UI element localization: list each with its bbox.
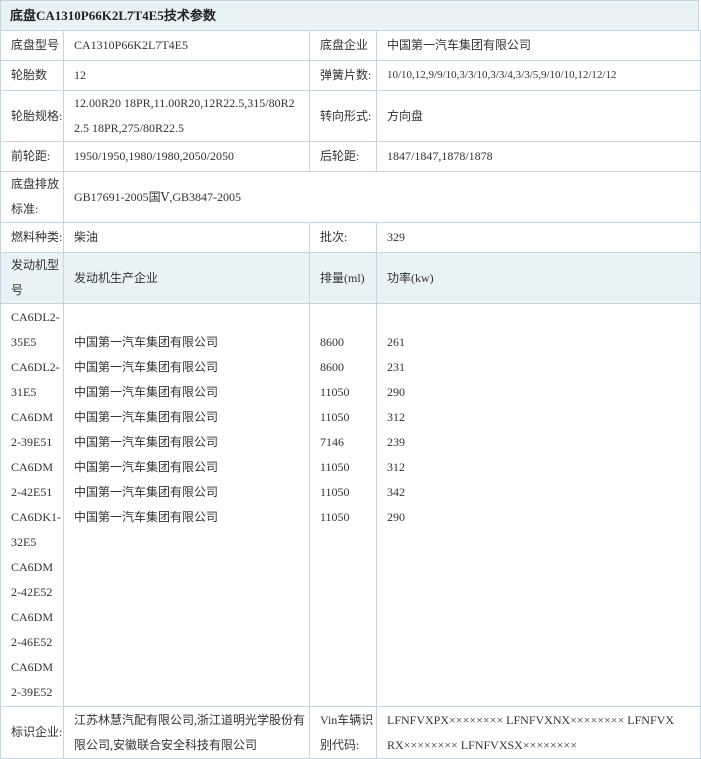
engine-model-line: 32E5 [11,535,37,549]
engine-power: 312 [387,410,405,424]
chassis-company-value: 中国第一汽车集团有限公司 [376,30,701,61]
engine-header-row: 发动机型 号 发动机生产企业 排量(ml) 功率(kw) [0,252,701,304]
engine-model-line: CA6DL2- [11,310,60,324]
engine-model-line: CA6DM [11,410,54,424]
engine-power: 312 [387,460,405,474]
rear-track-value: 1847/1847,1878/1878 [376,141,701,172]
engine-maker: 中国第一汽车集团有限公司 [74,435,219,449]
tire-count-value: 12 [63,60,310,91]
vin-label-line: 别代码: [320,737,360,752]
emission-value: GB17691-2005国Ⅴ,GB3847-2005 [63,171,701,223]
engine-power-header: 功率(kw) [376,252,701,304]
engine-model-line: CA6DL2- [11,360,60,374]
engine-maker: 中国第一汽车集团有限公司 [74,335,219,349]
vin-line: RX×××××××× LFNFVXSX×××××××× [387,737,577,752]
front-track-label: 前轮距: [0,141,64,172]
engine-model-line: 2-39E51 [11,435,53,449]
engine-maker: 中国第一汽车集团有限公司 [74,485,219,499]
table-row: 轮胎规格: 12.00R20 18PR,11.00R20,12R22.5,315… [0,90,701,142]
engine-maker: 中国第一汽车集团有限公司 [74,385,219,399]
spec-sheet: 底盘CA1310P66K2L7T4E5技术参数 底盘型号 CA1310P66K2… [0,0,701,759]
emission-label: 底盘排放 标准: [0,171,64,223]
engine-model-line: CA6DK1- [11,510,61,524]
table-row: 底盘排放 标准: GB17691-2005国Ⅴ,GB3847-2005 [0,171,701,223]
tire-spec-label: 轮胎规格: [0,90,64,142]
engine-model-line: 2-42E52 [11,585,53,599]
id-company-line: 限公司,安徽联合安全科技有限公司 [74,737,258,752]
engine-power: 290 [387,385,405,399]
engine-maker-list: 中国第一汽车集团有限公司 中国第一汽车集团有限公司 中国第一汽车集团有限公司 中… [63,303,310,707]
front-track-value: 1950/1950,1980/1980,2050/2050 [63,141,310,172]
engine-maker: 中国第一汽车集团有限公司 [74,460,219,474]
tire-spec-line: 2.5 18PR,275/80R22.5 [74,121,185,135]
vin-label-line: Vin车辆识 [320,712,374,727]
engine-model-header-line: 号 [11,283,24,297]
fuel-label: 燃料种类: [0,222,64,253]
engine-power: 261 [387,335,405,349]
engine-maker-header: 发动机生产企业 [63,252,310,304]
emission-label-line: 标准: [11,202,39,216]
engine-power: 290 [387,510,405,524]
engine-power-list: 261 231 290 312 239 312 342 290 [376,303,701,707]
engine-displacement: 11050 [320,510,350,524]
emission-label-line: 底盘排放 [11,177,60,191]
id-company-line: 江苏林慧汽配有限公司,浙江道明光学股份有 [74,712,306,727]
engine-model-line: 2-42E51 [11,485,53,499]
batch-value: 329 [376,222,701,253]
table-row: 前轮距: 1950/1950,1980/1980,2050/2050 后轮距: … [0,141,701,172]
engine-displacement: 11050 [320,410,350,424]
batch-label: 批次: [309,222,377,253]
table-row: 底盘型号 CA1310P66K2L7T4E5 底盘企业 中国第一汽车集团有限公司 [0,30,701,61]
engine-displacement-header: 排量(ml) [309,252,377,304]
engine-power: 239 [387,435,405,449]
engine-power: 342 [387,485,405,499]
chassis-company-label: 底盘企业 [309,30,377,61]
engine-maker: 中国第一汽车集团有限公司 [74,510,219,524]
tire-spec-line: 12.00R20 18PR,11.00R20,12R22.5,315/80R2 [74,96,295,110]
spring-value: 10/10,12,9/9/10,3/3/10,3/3/4,3/3/5,9/10/… [376,60,701,91]
engine-power: 231 [387,360,405,374]
engine-displacement: 11050 [320,485,350,499]
steering-value: 方向盘 [376,90,701,142]
engine-displacement: 11050 [320,385,350,399]
tire-spec-value: 12.00R20 18PR,11.00R20,12R22.5,315/80R2 … [63,90,310,142]
chassis-model-value: CA1310P66K2L7T4E5 [63,30,310,61]
engine-displacement: 8600 [320,360,344,374]
table-row: 燃料种类: 柴油 批次: 329 [0,222,701,253]
page-title: 底盘CA1310P66K2L7T4E5技术参数 [0,0,699,30]
table-row: 轮胎数 12 弹簧片数: 10/10,12,9/9/10,3/3/10,3/3/… [0,60,701,91]
engine-model-line: CA6DM [11,460,54,474]
vin-line: LFNFVXPX×××××××× LFNFVXNX×××××××× LFNFVX [387,712,674,727]
engine-model-line: CA6DM [11,610,54,624]
tire-count-label: 轮胎数 [0,60,64,91]
rear-track-label: 后轮距: [309,141,377,172]
engine-model-line: 2-39E52 [11,685,53,699]
steering-label: 转向形式: [309,90,377,142]
engine-model-line: 35E5 [11,335,37,349]
spring-label: 弹簧片数: [309,60,377,91]
engine-displacement: 7146 [320,435,344,449]
engine-model-line: CA6DM [11,560,54,574]
engine-displacement: 11050 [320,460,350,474]
fuel-value: 柴油 [63,222,310,253]
engine-model-line: CA6DM [11,660,54,674]
engine-model-header: 发动机型 号 [0,252,64,304]
engine-list-row: CA6DL2- 35E5 CA6DL2- 31E5 CA6DM 2-39E51 … [0,303,701,707]
engine-model-list: CA6DL2- 35E5 CA6DL2- 31E5 CA6DM 2-39E51 … [0,303,64,707]
engine-displacement-list: 8600 8600 11050 11050 7146 11050 11050 1… [309,303,377,707]
chassis-model-label: 底盘型号 [0,30,64,61]
engine-maker: 中国第一汽车集团有限公司 [74,410,219,424]
engine-model-header-line: 发动机型 [11,258,60,272]
engine-maker: 中国第一汽车集团有限公司 [74,360,219,374]
engine-displacement: 8600 [320,335,344,349]
engine-model-line: 31E5 [11,385,37,399]
engine-model-line: 2-46E52 [11,635,53,649]
spec-table: 底盘型号 CA1310P66K2L7T4E5 底盘企业 中国第一汽车集团有限公司… [0,30,701,759]
